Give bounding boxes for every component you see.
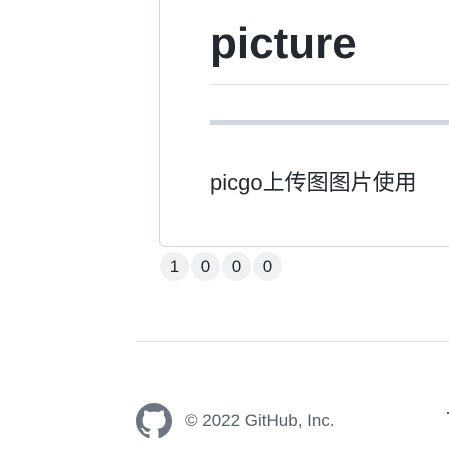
- digit-chip: 1: [160, 252, 189, 281]
- footer-divider: [136, 341, 449, 342]
- readme-title: picture: [210, 19, 357, 68]
- digit-chip: 0: [222, 252, 251, 281]
- footer-copyright: © 2022 GitHub, Inc.: [185, 411, 335, 430]
- readme-paragraph: picgo上传图图片使用: [210, 170, 417, 195]
- page: picture picgo上传图图片使用 1 0 0 0 © 2022 GitH…: [0, 0, 449, 449]
- horizontal-rule: [210, 120, 449, 125]
- digit-chip: 0: [253, 252, 282, 281]
- digit-counter: 1 0 0 0: [160, 252, 282, 281]
- footer: © 2022 GitHub, Inc.: [136, 403, 335, 439]
- digit-chip: 0: [191, 252, 220, 281]
- github-mark-icon[interactable]: [136, 403, 172, 439]
- title-divider: [210, 84, 449, 85]
